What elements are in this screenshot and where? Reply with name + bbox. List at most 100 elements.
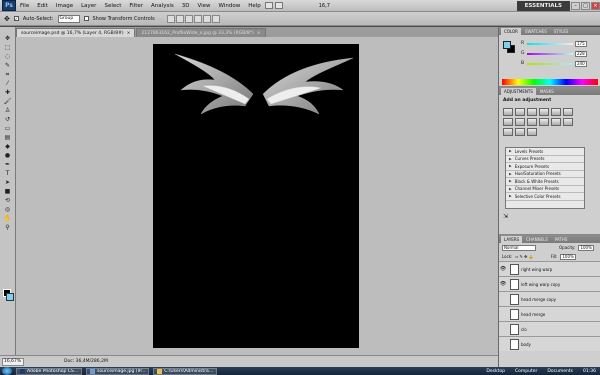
list-item[interactable]: Levels Presets: [506, 148, 584, 156]
list-item[interactable]: Exposure Presets: [506, 163, 584, 171]
align-left-icon[interactable]: [193, 14, 202, 23]
blur-icon[interactable]: ◆: [2, 143, 14, 150]
curves-icon[interactable]: [527, 108, 537, 116]
history-brush-icon[interactable]: ↺: [2, 116, 14, 123]
eraser-icon[interactable]: ▭: [2, 125, 14, 132]
green-value[interactable]: 228: [575, 50, 587, 57]
fill-field[interactable]: 100%: [560, 253, 577, 260]
align-vcenter-icon[interactable]: [175, 14, 184, 23]
align-hcenter-icon[interactable]: [202, 14, 211, 23]
menu-filter[interactable]: Filter: [125, 3, 147, 9]
shape-icon[interactable]: ■: [2, 188, 14, 195]
document-canvas[interactable]: [153, 44, 359, 348]
menu-analysis[interactable]: Analysis: [147, 3, 178, 9]
table-row[interactable]: clo: [499, 321, 600, 336]
list-item[interactable]: Curves Presets: [506, 156, 584, 163]
hidden-eye-icon[interactable]: [499, 325, 507, 333]
auto-select-dropdown[interactable]: Group: [57, 14, 80, 23]
menu-help[interactable]: Help: [244, 3, 265, 9]
eye-icon[interactable]: 👁: [499, 265, 507, 273]
menu-select[interactable]: Select: [100, 3, 125, 9]
lasso-icon[interactable]: ◌: [2, 53, 14, 60]
documents-toolbar[interactable]: Documents: [547, 369, 573, 374]
tab-adjustments[interactable]: ADJUSTMENTS: [501, 88, 536, 95]
taskbar-item-explorer[interactable]: C:\Users\Administra...: [153, 367, 218, 375]
background-color-swatch[interactable]: [6, 293, 14, 301]
black-white-icon[interactable]: [515, 118, 525, 126]
opacity-field[interactable]: 100%: [578, 244, 595, 251]
list-item[interactable]: Black & White Presets: [506, 178, 584, 186]
tab-styles[interactable]: STYLES: [551, 28, 572, 35]
exposure-icon[interactable]: [539, 108, 549, 116]
tab-swatches[interactable]: SWATCHES: [522, 28, 550, 35]
gradient-map-icon[interactable]: [515, 128, 525, 136]
tab-sourceimage[interactable]: sourceimage.psd @ 16,7% (Layer 4, RGB/8#…: [16, 28, 136, 37]
close-icon[interactable]: ×: [591, 1, 600, 10]
close-tab-icon[interactable]: ×: [257, 31, 261, 36]
bridge-icon[interactable]: [264, 2, 273, 9]
move-icon[interactable]: ✥: [2, 35, 14, 42]
auto-select-checkbox[interactable]: ✓: [13, 16, 19, 21]
tab-layers[interactable]: LAYERS: [501, 236, 523, 243]
blue-value[interactable]: 240: [575, 60, 587, 67]
brightness-icon[interactable]: [503, 108, 513, 116]
status-zoom-field[interactable]: 16,67%: [2, 357, 24, 366]
menu-layer[interactable]: Layer: [77, 3, 100, 9]
list-item[interactable]: Channel Mixer Presets: [506, 186, 584, 193]
clone-stamp-icon[interactable]: ♙: [2, 107, 14, 114]
hidden-eye-icon[interactable]: [499, 340, 507, 348]
status-doc-size[interactable]: Doc: 36,4M/286,2M: [64, 359, 108, 364]
3d-rotate-icon[interactable]: ⟲: [2, 197, 14, 204]
close-tab-icon[interactable]: ×: [127, 31, 131, 36]
blue-slider[interactable]: [527, 62, 573, 65]
tab-profilewide[interactable]: 2127863162_ProfileWide_o.jpg @ 33,3% (RG…: [136, 28, 266, 37]
taskbar-item-photoshop[interactable]: Adobe Photoshop CS...: [16, 367, 83, 375]
tab-paths[interactable]: PATHS: [552, 236, 571, 243]
path-select-icon[interactable]: ➤: [2, 179, 14, 186]
gradient-icon[interactable]: ▤: [2, 134, 14, 141]
menu-edit[interactable]: Edit: [33, 3, 52, 9]
vibrance-icon[interactable]: [551, 108, 561, 116]
menu-view[interactable]: View: [193, 3, 214, 9]
list-item[interactable]: Selective Color Presets: [506, 193, 584, 201]
zoom-level-display[interactable]: 16,7: [313, 3, 336, 9]
healing-brush-icon[interactable]: ✚: [2, 89, 14, 96]
menu-window[interactable]: Window: [215, 3, 245, 9]
menu-image[interactable]: Image: [52, 3, 77, 9]
threshold-icon[interactable]: [503, 128, 513, 136]
green-slider[interactable]: [527, 52, 573, 55]
dodge-icon[interactable]: ●: [2, 152, 14, 159]
tab-masks[interactable]: MASKS: [537, 88, 557, 95]
maximize-icon[interactable]: □: [581, 1, 590, 10]
menu-3d[interactable]: 3D: [178, 3, 194, 9]
start-button[interactable]: [2, 367, 12, 375]
panel-foreground-color[interactable]: [503, 41, 511, 49]
move-tool-icon[interactable]: ✥: [4, 15, 10, 23]
clip-to-layer-icon[interactable]: ⇲: [503, 213, 508, 220]
table-row[interactable]: head merge copy: [499, 291, 600, 306]
3d-orbit-icon[interactable]: ◎: [2, 206, 14, 213]
levels-icon[interactable]: [515, 108, 525, 116]
red-value[interactable]: 175: [575, 40, 587, 47]
table-row[interactable]: 👁 left wing warp copy: [499, 276, 600, 291]
color-balance-icon[interactable]: [503, 118, 513, 126]
pen-icon[interactable]: ✒: [2, 161, 14, 168]
red-slider[interactable]: [527, 42, 573, 45]
eyedropper-icon[interactable]: ⁄: [2, 80, 14, 87]
computer-toolbar[interactable]: Computer: [515, 369, 537, 374]
quick-select-icon[interactable]: ✎: [2, 62, 14, 69]
table-row[interactable]: head merge: [499, 306, 600, 321]
workspace-switcher[interactable]: ESSENTIALS: [516, 0, 570, 11]
channel-mixer-icon[interactable]: [539, 118, 549, 126]
show-transform-checkbox[interactable]: [83, 16, 89, 21]
blend-mode-dropdown[interactable]: Normal: [502, 244, 536, 251]
tab-color[interactable]: COLOR: [501, 28, 521, 35]
list-item[interactable]: Hue/Saturation Presets: [506, 171, 584, 178]
type-icon[interactable]: T: [2, 170, 14, 177]
align-bottom-icon[interactable]: [184, 14, 193, 23]
photo-filter-icon[interactable]: [527, 118, 537, 126]
table-row[interactable]: body: [499, 336, 600, 351]
crop-icon[interactable]: ⌗: [2, 71, 14, 78]
hand-icon[interactable]: ✋: [2, 215, 14, 222]
align-top-icon[interactable]: [166, 14, 175, 23]
